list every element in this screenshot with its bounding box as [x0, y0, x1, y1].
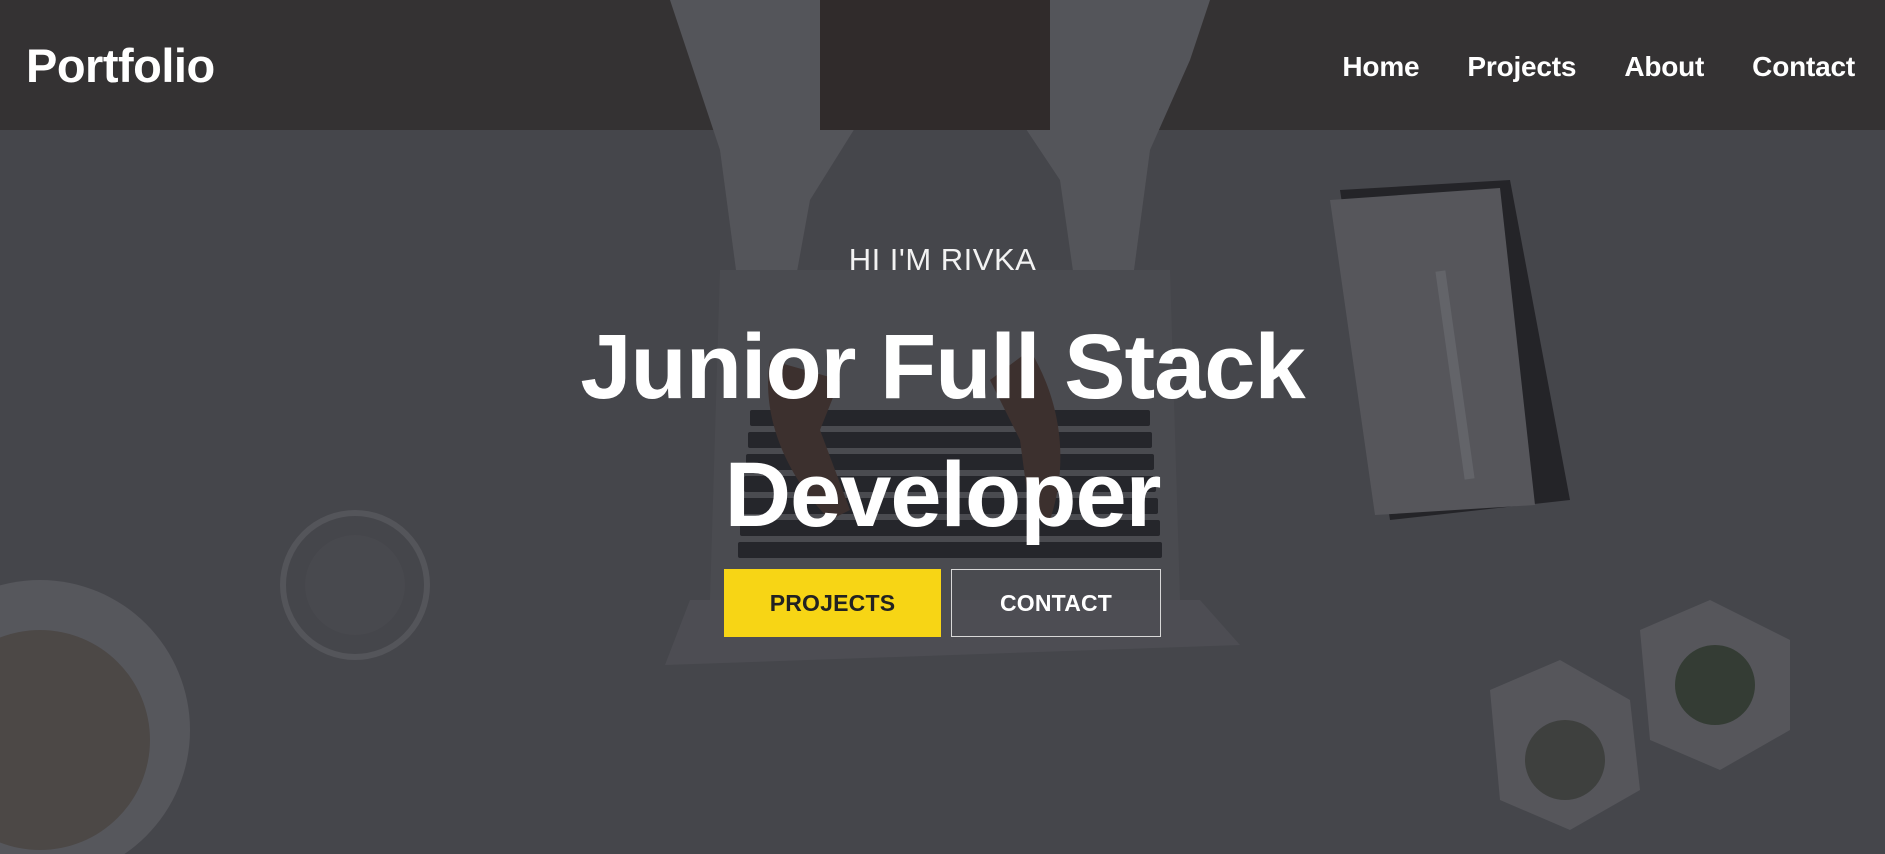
- headline-line-1: Junior Full Stack: [580, 316, 1305, 418]
- hero-greeting: HI I'M RIVKA: [848, 242, 1037, 277]
- projects-button[interactable]: PROJECTS: [724, 569, 941, 637]
- cta-buttons: PROJECTS CONTACT: [0, 569, 1885, 637]
- hero-headline: Junior Full Stack Developer: [0, 303, 1885, 559]
- hero-section: HI I'M RIVKA Junior Full Stack Developer…: [0, 0, 1885, 854]
- contact-button[interactable]: CONTACT: [951, 569, 1161, 637]
- headline-line-2: Developer: [724, 444, 1162, 546]
